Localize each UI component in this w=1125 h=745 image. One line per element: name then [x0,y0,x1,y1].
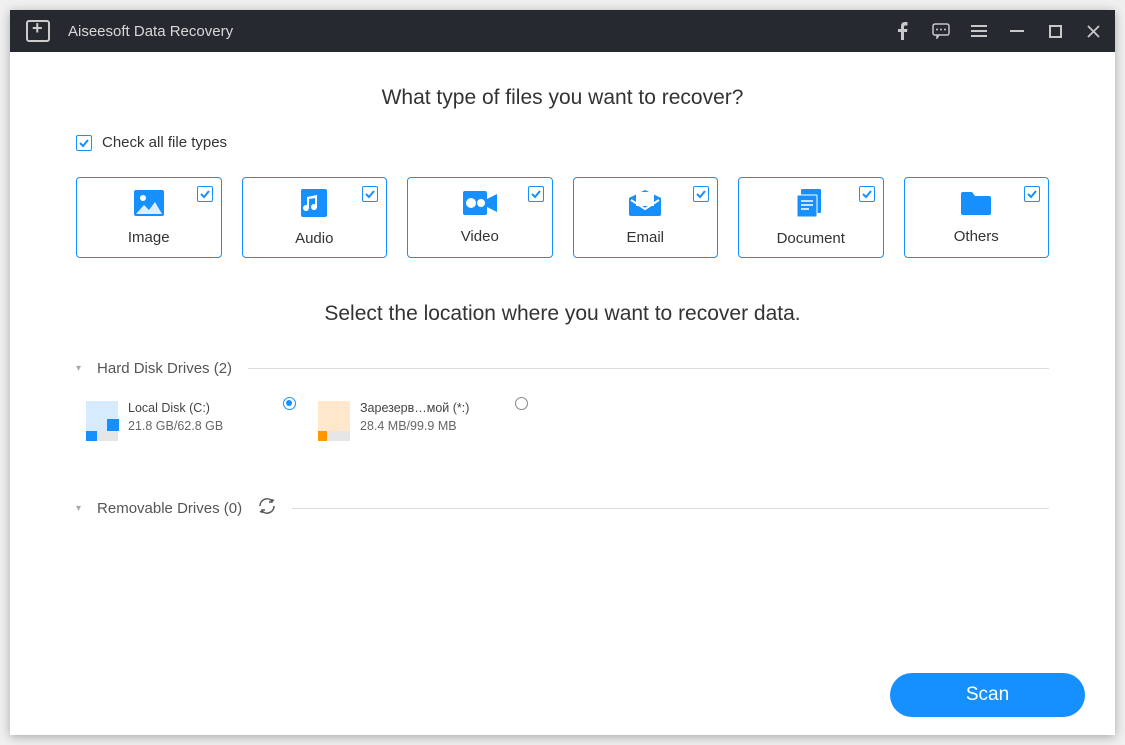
drive-reserved-radio[interactable] [515,397,528,410]
file-type-document-label: Document [777,230,845,247]
scan-button[interactable]: Scan [890,673,1085,717]
file-type-email-checkbox[interactable] [693,186,709,202]
location-heading: Select the location where you want to re… [76,302,1049,326]
video-icon [463,191,497,220]
drive-c-radio[interactable] [283,397,296,410]
app-logo-icon [26,20,50,42]
app-title: Aiseesoft Data Recovery [68,23,233,40]
file-type-grid: Image Audio Video [76,177,1049,258]
refresh-icon[interactable] [258,497,276,519]
feedback-icon[interactable] [931,21,951,41]
facebook-icon[interactable] [893,21,913,41]
menu-icon[interactable] [969,21,989,41]
check-all-file-types[interactable]: Check all file types [76,134,1049,151]
drive-icon [86,401,118,441]
check-all-checkbox[interactable] [76,135,92,151]
drive-size: 28.4 MB/99.9 MB [360,419,469,433]
title-bar: Aiseesoft Data Recovery [10,10,1115,52]
hdd-section-label: Hard Disk Drives (2) [97,360,232,377]
file-type-others-checkbox[interactable] [1024,186,1040,202]
maximize-button[interactable] [1045,21,1065,41]
collapse-icon[interactable]: ▾ [76,363,81,374]
drive-c[interactable]: Local Disk (C:) 21.8 GB/62.8 GB [86,401,256,441]
file-type-audio[interactable]: Audio [242,177,388,258]
file-type-audio-label: Audio [295,230,333,247]
file-type-image-label: Image [128,229,170,246]
file-type-email-label: Email [626,229,664,246]
file-types-heading: What type of files you want to recover? [76,86,1049,110]
audio-icon [301,189,327,222]
drive-size: 21.8 GB/62.8 GB [128,419,223,433]
minimize-button[interactable] [1007,21,1027,41]
file-type-others[interactable]: Others [904,177,1050,258]
drive-name: Зарезерв…мой (*:) [360,401,469,415]
collapse-icon[interactable]: ▾ [76,503,81,514]
file-type-document[interactable]: Document [738,177,884,258]
file-type-email[interactable]: Email [573,177,719,258]
drives-list: Local Disk (C:) 21.8 GB/62.8 GB Зарезерв… [76,401,1049,441]
file-type-audio-checkbox[interactable] [362,186,378,202]
check-all-label: Check all file types [102,134,227,151]
drive-name: Local Disk (C:) [128,401,223,415]
folder-icon [961,191,991,220]
drive-reserved[interactable]: Зарезерв…мой (*:) 28.4 MB/99.9 MB [318,401,488,441]
file-type-others-label: Others [954,228,999,245]
removable-section-label: Removable Drives (0) [97,500,242,517]
file-type-video[interactable]: Video [407,177,553,258]
document-icon [797,189,825,222]
removable-section-header: ▾ Removable Drives (0) [76,497,1049,519]
file-type-video-checkbox[interactable] [528,186,544,202]
close-button[interactable] [1083,21,1103,41]
email-icon [629,190,661,221]
app-window: Aiseesoft Data Recovery What type of fil… [10,10,1115,735]
hdd-section-header: ▾ Hard Disk Drives (2) [76,360,1049,377]
file-type-image[interactable]: Image [76,177,222,258]
drive-icon [318,401,350,441]
file-type-video-label: Video [461,228,499,245]
main-content: What type of files you want to recover? … [10,52,1115,735]
file-type-document-checkbox[interactable] [859,186,875,202]
image-icon [134,190,164,221]
file-type-image-checkbox[interactable] [197,186,213,202]
